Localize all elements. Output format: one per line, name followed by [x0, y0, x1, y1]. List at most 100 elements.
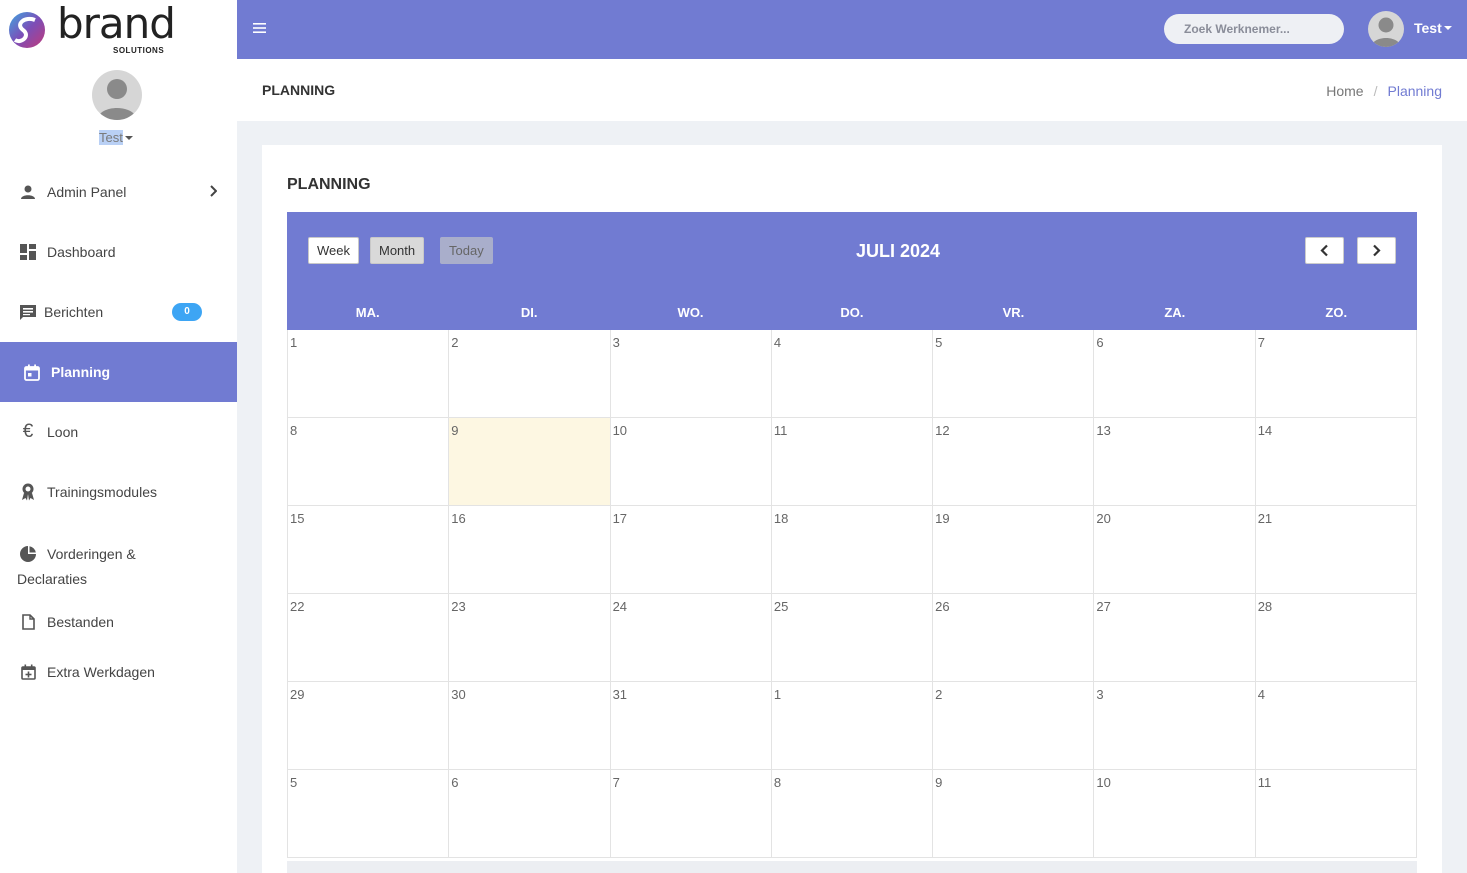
sidebar-item-label: Berichten — [44, 304, 104, 320]
calendar-day-cell[interactable]: 1 — [288, 330, 450, 418]
day-number: 2 — [451, 335, 459, 350]
day-number: 1 — [290, 335, 298, 350]
caret-down-icon — [1443, 26, 1452, 30]
sidebar-item-label: Extra Werkdagen — [47, 664, 155, 680]
day-number: 25 — [773, 599, 789, 614]
calendar-day-cell[interactable]: 24 — [610, 594, 772, 682]
calendar-day-cell[interactable]: 12 — [933, 418, 1095, 506]
card-title: PLANNING — [287, 176, 371, 193]
calendar-day-cell[interactable]: 19 — [933, 506, 1095, 594]
sidebar-item-label: Admin Panel — [47, 184, 127, 200]
profile-avatar[interactable] — [92, 70, 142, 120]
day-number: 21 — [1257, 511, 1273, 526]
profile-user-dropdown[interactable]: Test — [99, 130, 133, 145]
day-number: 15 — [290, 511, 305, 526]
calendar-day-cell[interactable]: 22 — [288, 594, 450, 682]
user-name: Test — [1414, 20, 1442, 36]
user-avatar[interactable] — [1368, 11, 1404, 47]
sidebar-item-dashboard[interactable]: Dashboard — [0, 222, 237, 282]
calendar-day-cell[interactable]: 18 — [771, 506, 934, 594]
day-number: 11 — [773, 423, 788, 438]
calendar-day-cell-today[interactable]: 9 — [449, 418, 611, 506]
calendar-day-cell[interactable]: 14 — [1255, 418, 1417, 506]
calendar-day-cell[interactable]: 5 — [288, 770, 450, 858]
calendar-day-cell[interactable]: 10 — [1094, 770, 1256, 858]
calendar-day-cell[interactable]: 21 — [1255, 506, 1417, 594]
calendar-day-cell[interactable]: 4 — [1255, 682, 1417, 770]
calendar-day-cell[interactable]: 6 — [449, 770, 611, 858]
day-number: 22 — [290, 599, 305, 614]
calendar-day-cell[interactable]: 8 — [771, 770, 934, 858]
calendar-day-cell[interactable]: 28 — [1255, 594, 1417, 682]
user-dropdown[interactable]: Test — [1414, 20, 1452, 36]
calendar-day-cell[interactable]: 16 — [449, 506, 611, 594]
weekday-label: DO. — [840, 305, 864, 320]
calendar-day-cell[interactable]: 5 — [933, 330, 1095, 418]
calendar-weekday-header: MA. DI. WO. DO. VR. ZA. ZO. — [287, 296, 1417, 330]
calendar-day-cell[interactable]: 9 — [933, 770, 1095, 858]
calendar-day-cell[interactable]: 20 — [1094, 506, 1256, 594]
calendar-day-cell[interactable]: 25 — [771, 594, 934, 682]
sidebar-item-trainingsmodules[interactable]: Trainingsmodules — [0, 462, 237, 522]
pie-chart-icon — [18, 544, 38, 564]
sidebar-item-loon[interactable]: € Loon — [0, 402, 237, 462]
day-number: 19 — [935, 511, 950, 526]
calendar-day-cell[interactable]: 4 — [771, 330, 934, 418]
sidebar-item-admin-panel[interactable]: Admin Panel — [0, 162, 237, 222]
calendar-day-cell[interactable]: 23 — [449, 594, 611, 682]
calendar-day-cell[interactable]: 29 — [288, 682, 450, 770]
calendar-day-cell[interactable]: 1 — [771, 682, 934, 770]
brand-logo[interactable]: brand SOLUTIONS — [7, 0, 177, 58]
calendar-day-cell[interactable]: 3 — [1094, 682, 1256, 770]
day-number: 7 — [1257, 335, 1265, 350]
day-number: 17 — [612, 511, 628, 526]
calendar-day-cell[interactable]: 8 — [288, 418, 450, 506]
breadcrumb-home-link[interactable]: Home — [1326, 83, 1363, 99]
calendar-toolbar: Week Month Today JULI 2024 — [287, 212, 1417, 296]
previous-month-button[interactable] — [1305, 237, 1344, 264]
page-title: PLANNING — [262, 82, 336, 98]
calendar-day-cell[interactable]: 2 — [933, 682, 1095, 770]
calendar-day-cell[interactable]: 17 — [610, 506, 772, 594]
calendar-day-cell[interactable]: 6 — [1094, 330, 1256, 418]
day-number: 10 — [612, 423, 628, 438]
calendar-day-cell[interactable]: 7 — [1255, 330, 1417, 418]
calendar-day-cell[interactable]: 11 — [1255, 770, 1417, 858]
sidebar-item-label: Planning — [51, 364, 111, 380]
sidebar-item-berichten[interactable]: Berichten 0 — [0, 282, 237, 342]
sidebar-item-label: Trainingsmodules — [47, 484, 157, 500]
calendar-day-cell[interactable]: 30 — [449, 682, 611, 770]
calendar-day-cell[interactable]: 3 — [610, 330, 772, 418]
profile-name: Test — [99, 130, 123, 145]
calendar-day-cell[interactable]: 13 — [1094, 418, 1256, 506]
day-number: 14 — [1257, 423, 1273, 438]
day-number: 9 — [451, 423, 459, 438]
sidebar-item-planning[interactable]: Planning — [0, 342, 237, 402]
sidebar-menu: Admin Panel Dashboard Berichten 0 Planni… — [0, 162, 237, 697]
employee-search-input[interactable] — [1164, 14, 1344, 44]
calendar-day-cell[interactable]: 2 — [449, 330, 611, 418]
sidebar-item-bestanden[interactable]: Bestanden — [0, 597, 237, 647]
calendar-day-cell[interactable]: 31 — [610, 682, 772, 770]
weekday-label: MA. — [355, 305, 380, 320]
calendar-day-cell[interactable]: 27 — [1094, 594, 1256, 682]
hamburger-menu-icon[interactable] — [253, 22, 266, 34]
sidebar-item-vorderingen-declaraties[interactable]: Vorderingen & Declaraties — [0, 522, 237, 597]
weekday-label: DI. — [520, 305, 538, 320]
next-month-button[interactable] — [1357, 237, 1396, 264]
calendar-day-cell[interactable]: 11 — [771, 418, 934, 506]
calendar-day-cell[interactable]: 10 — [610, 418, 772, 506]
day-number: 3 — [612, 335, 620, 350]
brand-name: brand — [57, 0, 176, 48]
person-icon — [18, 182, 38, 202]
calendar-day-cell[interactable]: 26 — [933, 594, 1095, 682]
dashboard-icon — [18, 242, 38, 262]
avatar-silhouette-icon — [1371, 17, 1401, 47]
calendar-day-cell[interactable]: 15 — [288, 506, 450, 594]
calendar-day-cell[interactable]: 7 — [610, 770, 772, 858]
euro-icon: € — [22, 421, 34, 442]
day-number: 10 — [1096, 775, 1111, 790]
day-number: 31 — [612, 687, 628, 702]
sidebar-item-extra-werkdagen[interactable]: Extra Werkdagen — [0, 647, 237, 697]
breadcrumb-separator: / — [1373, 83, 1378, 99]
